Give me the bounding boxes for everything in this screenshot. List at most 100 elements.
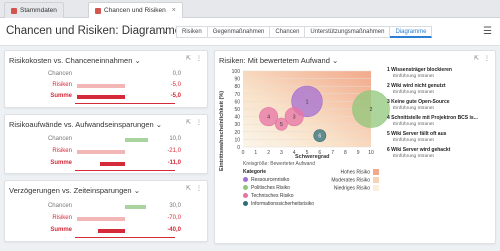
risk-list-item-project: Einführung Intranet (393, 122, 434, 127)
bubble-label: 3 (293, 115, 296, 121)
tab-label: Stammdaten (20, 7, 57, 14)
bar-summe (77, 95, 125, 99)
risk-swatch (373, 177, 379, 183)
view-nav: Risiken Gegenmaßnahmen Chancen Unterstüt… (176, 26, 433, 38)
risk-list-item-title: 2 Wiki wird nicht genutzt (387, 83, 446, 89)
x-tick-label: 0 (242, 150, 245, 156)
card-title: Risikoaufwände vs. Aufwandseinsparungen … (9, 120, 163, 129)
x-tick-label: 2 (267, 150, 270, 156)
value-chancen: 30,0 (169, 203, 181, 209)
y-tick-label: 100 (232, 69, 241, 75)
export-icon[interactable]: ⇱ (186, 119, 191, 126)
y-tick-label: 70 (234, 92, 240, 98)
chevron-down-icon[interactable]: ⌄ (162, 26, 169, 35)
sum-underline (75, 103, 175, 104)
value-chancen: 10,0 (169, 136, 181, 142)
card-risikoaufwaende: Risikoaufwände vs. Aufwandseinsparungen … (4, 114, 208, 174)
risk-list-item-project: Einführung Intranet (393, 106, 434, 111)
y-tick-label: 50 (234, 107, 240, 113)
chevron-down-icon[interactable]: ⌄ (134, 186, 140, 195)
row-label-chancen: Chancen (47, 71, 72, 77)
tab-label: Chancen und Risiken (104, 7, 166, 14)
x-tick-label: 3 (280, 150, 283, 156)
value-risiken: -5,0 (170, 82, 181, 88)
risk-legend-item: Niedriges Risiko (323, 185, 379, 191)
close-icon[interactable]: × (172, 7, 176, 14)
nav-tab-chancen[interactable]: Chancen (270, 26, 306, 38)
row-label-risiken: Risiken (52, 82, 72, 88)
row-label-chancen: Chancen (47, 203, 72, 209)
x-tick-label: 7 (331, 150, 334, 156)
risk-list-item-title: 5 Wiki Server fällt oft aus (387, 131, 447, 137)
nav-tab-unterstuetzungsmassnahmen[interactable]: Unterstützungsmaßnahmen (305, 26, 391, 38)
x-tick-label: 10 (368, 150, 374, 156)
export-icon[interactable]: ⇱ (186, 185, 191, 192)
risk-legend-item: Hohes Risiko (323, 169, 379, 175)
legend-item: Ressourcenrisiko (243, 177, 289, 183)
row-label-risiken: Risiken (52, 148, 72, 154)
y-tick-label: 40 (234, 115, 240, 121)
chevron-down-icon[interactable]: ⌄ (156, 120, 162, 129)
chevron-down-icon[interactable]: ⌄ (135, 56, 141, 65)
y-tick-label: 90 (234, 77, 240, 83)
legend-item: Technisches Risiko (243, 193, 294, 199)
row-label-chancen: Chancen (47, 136, 72, 142)
legend-item: Politisches Risiko (243, 185, 290, 191)
bar-risiken (77, 150, 125, 154)
value-risiken: -21,0 (167, 148, 181, 154)
more-icon[interactable]: ⋮ (196, 55, 202, 62)
value-risiken: -70,0 (167, 215, 181, 221)
bubble-label: 2 (370, 107, 373, 113)
legend-item: Informationssicherheitsrisiko (243, 201, 314, 207)
sum-underline (75, 170, 175, 171)
y-tick-label: 60 (234, 99, 240, 105)
bubble-label: 1 (306, 99, 309, 105)
card-risikokosten: Risikokosten vs. Chanceneinnahmen ⌄ ⇱ ⋮ C… (4, 50, 208, 108)
value-summe: -5,0 (170, 93, 181, 99)
y-tick-label: 20 (234, 130, 240, 136)
bubble-label: 6 (318, 134, 321, 140)
risk-list-item-project: Einführung Intranet (393, 74, 434, 79)
size-note: Kreisgröße: Bewerteter Aufwand (243, 161, 315, 167)
more-icon[interactable]: ⋮ (196, 185, 202, 192)
risk-list-item-title: 4 Schnittstelle mit Projektron BCS is... (387, 115, 478, 121)
value-summe: -11,0 (167, 160, 181, 166)
legend-dot (243, 201, 248, 207)
x-tick-label: 1 (254, 150, 257, 156)
risk-swatch (373, 185, 379, 191)
nav-tab-risiken[interactable]: Risiken (176, 26, 208, 38)
nav-tab-diagramme[interactable]: Diagramme (390, 26, 433, 38)
bar-summe (97, 229, 125, 233)
card-bubble-chart: Risiken: Mit bewertetem Aufwand ⌄ ⇱ ⋮ 0 10… (214, 50, 496, 244)
card-verzoegerungen: Verzögerungen vs. Zeiteinsparungen ⌄ ⇱ ⋮ … (4, 180, 208, 242)
x-tick-label: 8 (344, 150, 347, 156)
row-label-summe: Summe (50, 160, 72, 166)
risk-list-item-project: Einführung Intranet (393, 154, 434, 159)
export-icon[interactable]: ⇱ (186, 55, 191, 62)
legend-dot (243, 185, 248, 191)
bubble-label: 5 (280, 122, 283, 128)
risk-list-item-project: Einführung Intranet (393, 138, 434, 143)
risk-list-item-project: Einführung Intranet (393, 90, 434, 95)
bar-summe (99, 162, 125, 166)
y-tick-label: 0 (237, 145, 240, 151)
nav-tab-gegenmassnahmen[interactable]: Gegenmaßnahmen (207, 26, 271, 38)
legend-title: Kategorie (243, 169, 267, 175)
y-axis-label: Eintrittswahrscheinlichkeit (%) (219, 90, 225, 171)
document-icon (95, 7, 101, 14)
bubble-chart: 01020304050607080901000 1 2 3 4 5 6 7 8 9 10123456 (232, 69, 390, 156)
page-header: Chancen und Risiken: Diagramme ⌄ Risiken… (0, 18, 500, 46)
row-label-risiken: Risiken (52, 215, 72, 221)
row-label-summe: Summe (50, 93, 72, 99)
more-icon[interactable]: ⋮ (196, 119, 202, 126)
tab-stammdaten[interactable]: Stammdaten (4, 2, 64, 18)
card-title: Risikokosten vs. Chanceneinnahmen ⌄ (9, 56, 141, 65)
y-tick-label: 80 (234, 84, 240, 90)
risk-list-item-title: 1 Wissensträger blockieren (387, 67, 452, 73)
risk-legend-item: Moderates Risiko (323, 177, 379, 183)
bar-chancen (125, 138, 148, 142)
card-title: Verzögerungen vs. Zeiteinsparungen ⌄ (9, 186, 140, 195)
sum-underline (75, 237, 175, 238)
tab-chancen-und-risiken[interactable]: Chancen und Risiken × (88, 2, 183, 18)
settings-sliders-icon[interactable]: ☰ (483, 26, 492, 37)
